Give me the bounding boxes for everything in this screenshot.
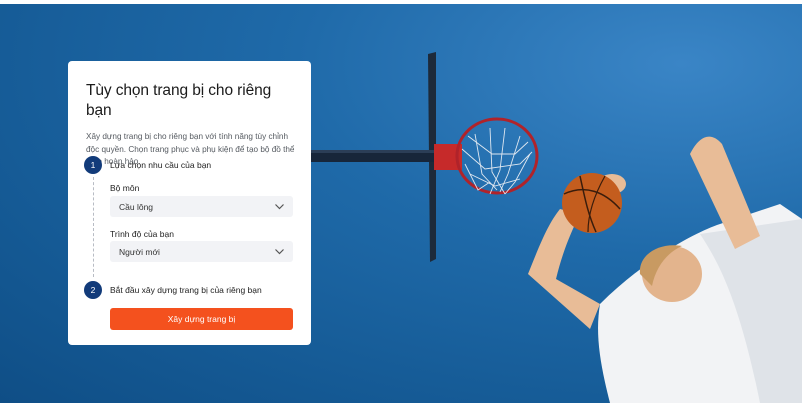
sport-label: Bộ môn bbox=[110, 183, 140, 193]
step-2-badge: 2 bbox=[84, 281, 102, 299]
step-2-label: Bắt đầu xây dựng trang bị của riêng bạn bbox=[110, 285, 262, 295]
build-equipment-button[interactable]: Xây dựng trang bị bbox=[110, 308, 293, 330]
sport-select[interactable]: Cầu lông bbox=[110, 196, 293, 217]
step-1-label: Lựa chọn nhu cầu của bạn bbox=[110, 160, 212, 170]
level-select[interactable]: Người mới bbox=[110, 241, 293, 262]
equipment-config-card: Tùy chọn trang bị cho riêng bạn Xây dựng… bbox=[68, 61, 311, 345]
level-select-value: Người mới bbox=[119, 246, 160, 257]
step-connector bbox=[93, 177, 94, 277]
card-title: Tùy chọn trang bị cho riêng bạn bbox=[86, 82, 272, 119]
sport-select-value: Cầu lông bbox=[119, 201, 154, 212]
chevron-down-icon bbox=[275, 204, 284, 210]
step-1-badge: 1 bbox=[84, 156, 102, 174]
chevron-down-icon bbox=[275, 249, 284, 255]
level-label: Trình độ của bạn bbox=[110, 229, 174, 239]
